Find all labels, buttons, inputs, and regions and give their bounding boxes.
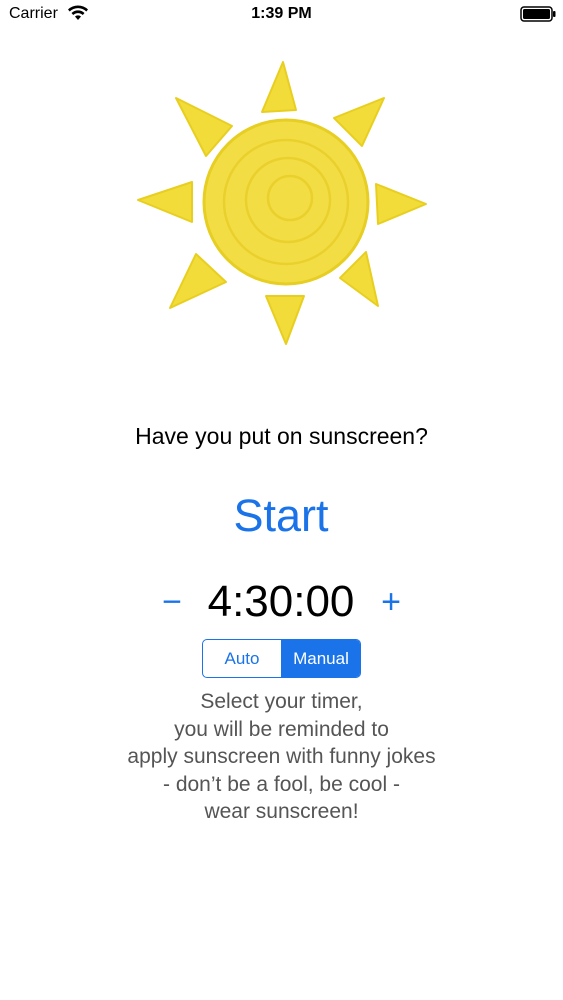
description-line: you will be reminded to xyxy=(174,717,389,741)
description-line: Select your timer, xyxy=(200,690,363,713)
timer-stepper: − 4:30:00 + xyxy=(0,572,563,632)
timer-description: Select your timer, you will be reminded … xyxy=(0,688,563,826)
mode-option-auto[interactable]: Auto xyxy=(203,640,281,677)
description-line: wear sunscreen! xyxy=(204,800,359,823)
timer-value: 4:30:00 xyxy=(207,577,355,626)
sunscreen-question: Have you put on sunscreen? xyxy=(135,423,428,449)
status-time: 1:39 PM xyxy=(251,5,312,22)
battery-icon xyxy=(520,6,556,22)
status-bar: Carrier 1:39 PM xyxy=(0,0,563,30)
mode-option-manual[interactable]: Manual xyxy=(281,640,360,677)
mode-segmented-control: Auto Manual xyxy=(202,639,361,678)
decrease-timer-button[interactable]: − xyxy=(152,572,192,632)
description-line: apply sunscreen with funny jokes xyxy=(127,745,436,768)
increase-timer-button[interactable]: + xyxy=(371,572,411,632)
description-line: - don’t be a fool, be cool - xyxy=(163,772,400,796)
sun-illustration xyxy=(137,61,427,345)
start-button[interactable]: Start xyxy=(181,486,381,546)
